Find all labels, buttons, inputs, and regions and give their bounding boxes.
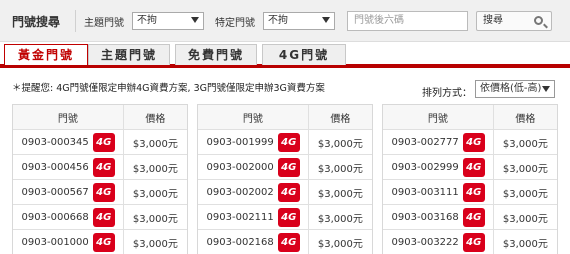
table-row[interactable]: 0903-002999 4G $3,000元 [383,155,557,180]
number-search-input[interactable]: 門號後六碼 [347,11,468,31]
dropdown-arrow-icon [191,17,199,23]
header-price: 價格 [145,113,166,125]
phone-number[interactable]: 0903-003222 [392,237,459,248]
phone-number[interactable]: 0903-002777 [392,137,459,148]
tab-theme-numbers[interactable]: 主題門號 [88,44,170,65]
phone-number[interactable]: 0903-002002 [207,187,274,198]
price: $3,000元 [317,213,363,225]
header-number: 門號 [57,113,78,125]
4g-badge-icon: 4G [462,132,485,152]
price: $3,000元 [317,188,363,200]
tab-4g-numbers[interactable]: 4G門號 [262,44,346,65]
price: $3,000元 [132,163,178,175]
sort-label: 排列方式： [422,88,472,99]
phone-number[interactable]: 0903-003111 [392,187,459,198]
search-title: 門號搜尋 [12,15,61,29]
price: $3,000元 [502,188,548,200]
notice-text: ＊提醒您: 4G門號僅限定申辦4G資費方案, 3G門號僅限定申辦3G資費方案 [12,83,325,94]
4g-badge-icon: 4G [92,232,115,252]
table-row[interactable]: 0903-003222 4G $3,000元 [383,230,557,254]
table-header: 門號 價格 [198,105,372,130]
phone-number[interactable]: 0903-000567 [22,187,89,198]
4g-badge-icon: 4G [92,157,115,177]
theme-number-select[interactable]: 不拘 [132,12,204,30]
tab-bar: 黃金門號 主題門號 免費門號 4G門號 [0,44,570,68]
4g-badge-icon: 4G [462,232,485,252]
number-table: 門號 價格 0903-000345 4G $3,000元 0903-000456 4G… [12,104,188,254]
4g-badge-icon: 4G [277,132,300,152]
4g-badge-icon: 4G [92,132,115,152]
4g-badge-icon: 4G [92,182,115,202]
4g-badge-icon: 4G [277,182,300,202]
price: $3,000元 [132,213,178,225]
phone-number[interactable]: 0903-002111 [207,212,274,223]
price: $3,000元 [502,238,548,250]
phone-number[interactable]: 0903-000668 [22,212,89,223]
4g-badge-icon: 4G [92,207,115,227]
price: $3,000元 [317,163,363,175]
price: $3,000元 [132,138,178,150]
price: $3,000元 [132,188,178,200]
sort-value: 依價格(低-高) [480,83,542,94]
table-row[interactable]: 0903-002002 4G $3,000元 [198,180,372,205]
4g-badge-icon: 4G [277,232,300,252]
phone-number[interactable]: 0903-001999 [207,137,274,148]
table-row[interactable]: 0903-003168 4G $3,000元 [383,205,557,230]
search-bar: 門號搜尋 主題門號 不拘 特定門號 不拘 門號後六碼 搜尋 [0,0,570,42]
4g-badge-icon: 4G [462,182,485,202]
dropdown-arrow-icon [542,86,550,92]
table-row[interactable]: 0903-001999 4G $3,000元 [198,130,372,155]
table-row[interactable]: 0903-000456 4G $3,000元 [13,155,187,180]
phone-number[interactable]: 0903-002999 [392,162,459,173]
table-header: 門號 價格 [13,105,187,130]
tab-free-numbers[interactable]: 免費門號 [175,44,257,65]
table-row[interactable]: 0903-000668 4G $3,000元 [13,205,187,230]
header-price: 價格 [330,113,351,125]
4g-badge-icon: 4G [462,207,485,227]
table-row[interactable]: 0903-000567 4G $3,000元 [13,180,187,205]
search-button-label: 搜尋 [483,15,503,26]
table-row[interactable]: 0903-002777 4G $3,000元 [383,130,557,155]
table-row[interactable]: 0903-001000 4G $3,000元 [13,230,187,254]
header-number: 門號 [242,113,263,125]
number-table: 門號 價格 0903-001999 4G $3,000元 0903-002000 4G… [197,104,373,254]
table-row[interactable]: 0903-002111 4G $3,000元 [198,205,372,230]
price: $3,000元 [317,238,363,250]
4g-badge-icon: 4G [277,157,300,177]
phone-number[interactable]: 0903-001000 [22,237,89,248]
special-number-value: 不拘 [268,15,288,26]
header-price: 價格 [515,113,536,125]
theme-number-value: 不拘 [137,15,157,26]
phone-number[interactable]: 0903-000345 [22,137,89,148]
phone-number[interactable]: 0903-002168 [207,237,274,248]
special-number-select[interactable]: 不拘 [263,12,335,30]
table-header: 門號 價格 [383,105,557,130]
price: $3,000元 [502,213,548,225]
tab-golden-numbers[interactable]: 黃金門號 [4,44,88,65]
header-number: 門號 [427,113,448,125]
sort-select[interactable]: 依價格(低-高) [475,80,555,98]
4g-badge-icon: 4G [277,207,300,227]
theme-number-label: 主題門號 [84,18,124,29]
special-number-label: 特定門號 [215,18,255,29]
table-row[interactable]: 0903-003111 4G $3,000元 [383,180,557,205]
4g-badge-icon: 4G [462,157,485,177]
phone-number[interactable]: 0903-000456 [22,162,89,173]
dropdown-arrow-icon [322,17,330,23]
table-row[interactable]: 0903-002168 4G $3,000元 [198,230,372,254]
table-row[interactable]: 0903-002000 4G $3,000元 [198,155,372,180]
phone-number[interactable]: 0903-002000 [207,162,274,173]
price: $3,000元 [132,238,178,250]
search-button[interactable]: 搜尋 [476,11,552,31]
number-table: 門號 價格 0903-002777 4G $3,000元 0903-002999 4G… [382,104,558,254]
price: $3,000元 [502,163,548,175]
search-icon [534,16,543,25]
phone-number[interactable]: 0903-003168 [392,212,459,223]
divider [75,10,76,32]
table-row[interactable]: 0903-000345 4G $3,000元 [13,130,187,155]
price: $3,000元 [502,138,548,150]
price: $3,000元 [317,138,363,150]
